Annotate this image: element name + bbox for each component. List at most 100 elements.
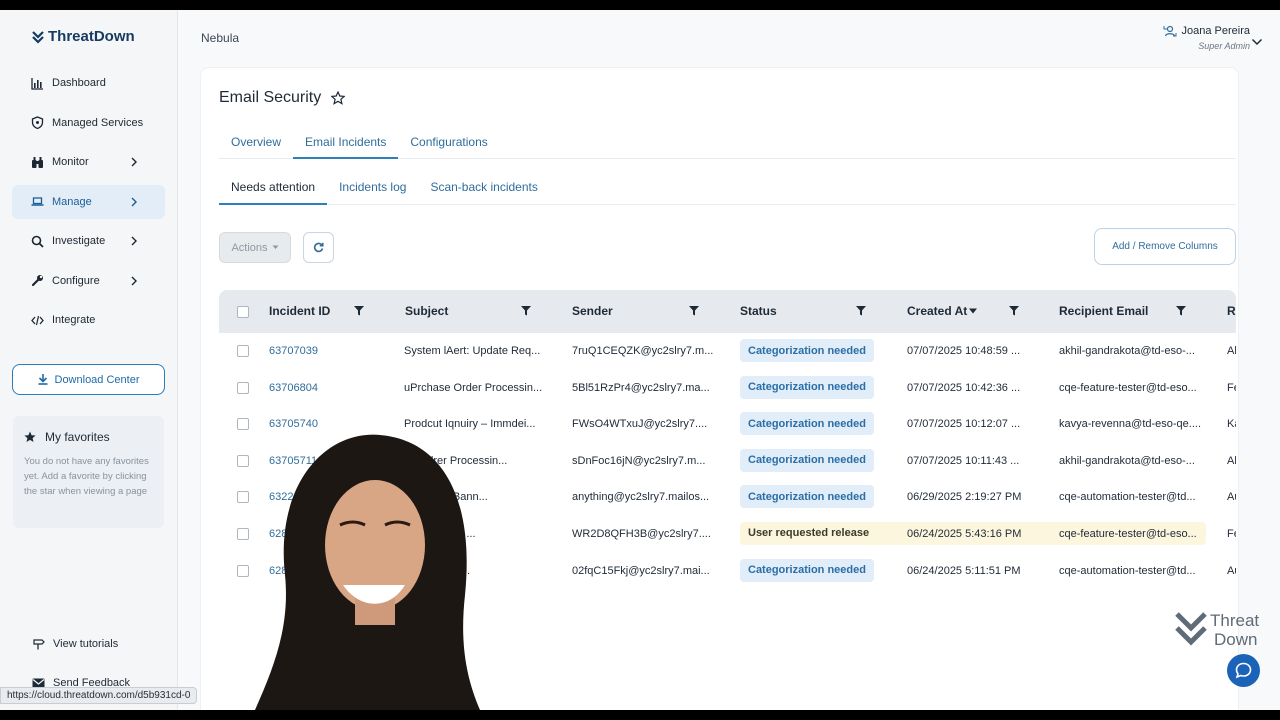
filter-icon[interactable] — [856, 306, 866, 316]
table-header: Incident ID Subject Sender Status Create… — [219, 290, 1236, 333]
logo-text: ThreatDown — [48, 28, 135, 45]
search-icon — [31, 235, 44, 248]
row-checkbox[interactable] — [237, 345, 249, 357]
sender-cell: 02fqC15Fkj@yc2slry7.mai... — [572, 564, 710, 577]
recipient-cell: akhil-gandrakota@td-eso-... — [1059, 345, 1195, 357]
select-all-checkbox[interactable] — [237, 306, 249, 318]
chevron-down-icon[interactable] — [1251, 38, 1263, 46]
sidebar-item-label: Investigate — [52, 235, 106, 247]
status-badge: Categorization needed — [740, 448, 874, 472]
favorites-title: My favorites — [45, 430, 110, 444]
table-row[interactable]: 63706804 uPrchase Order Processin... 5Bl… — [219, 370, 1236, 407]
view-tutorials-label: View tutorials — [53, 637, 119, 650]
threatdown-watermark-icon: Threat Down — [1175, 611, 1259, 649]
recipient-cell: cqe-automation-tester@td... — [1059, 564, 1196, 577]
threatdown-logo-icon — [32, 30, 44, 44]
col-recipient-name[interactable]: R — [1227, 304, 1236, 318]
favorites-empty-text: You do not have any favorites yet. Add a… — [24, 456, 149, 497]
filter-icon[interactable] — [1009, 306, 1019, 316]
main-tabs: Overview Email Incidents Configurations — [219, 128, 1236, 159]
org-title: Nebula — [201, 31, 240, 45]
created-cell: 07/07/2025 10:42:36 ... — [907, 381, 1021, 394]
sidebar: ThreatDown Dashboard Managed Services Mo… — [0, 10, 178, 710]
binoculars-icon — [32, 156, 43, 168]
status-badge: Categorization needed — [740, 375, 874, 399]
browser-status-url: https://cloud.threatdown.com/d5b931cd-0 — [0, 687, 198, 704]
sidebar-item-investigate[interactable]: Investigate — [12, 224, 165, 258]
filter-icon[interactable] — [689, 306, 699, 316]
chat-button[interactable] — [1227, 654, 1260, 687]
sidebar-item-managed-services[interactable]: Managed Services — [12, 106, 165, 140]
app-window: ThreatDown Dashboard Managed Services Mo… — [0, 10, 1280, 710]
col-subject[interactable]: Subject — [405, 304, 448, 318]
download-center-button[interactable]: Download Center — [12, 364, 165, 395]
incident-id-link[interactable]: 63706804 — [269, 382, 318, 394]
sidebar-item-integrate[interactable]: Integrate — [12, 303, 165, 337]
download-center-label: Download Center — [54, 373, 140, 386]
recipient-cell: cqe-automation-tester@td... — [1059, 491, 1196, 504]
col-recipient-email[interactable]: Recipient Email — [1059, 304, 1148, 318]
row-checkbox[interactable] — [237, 381, 249, 394]
sidebar-item-label: Manage — [52, 195, 92, 208]
status-badge: Categorization needed — [740, 558, 874, 582]
logo[interactable]: ThreatDown — [32, 28, 135, 45]
created-cell: 07/07/2025 10:11:43 ... — [907, 454, 1020, 467]
sidebar-nav: Dashboard Managed Services Monitor Manag… — [12, 66, 165, 343]
sidebar-item-configure[interactable]: Configure — [12, 264, 165, 298]
filter-icon[interactable] — [354, 306, 364, 316]
refresh-icon — [313, 242, 324, 253]
user-role: Super Admin — [1198, 41, 1250, 51]
recipient-name-cell: Ak — [1227, 345, 1236, 357]
recipient-cell: kavya-revenna@td-eso-qe.... — [1059, 418, 1202, 431]
view-tutorials-link[interactable]: View tutorials — [32, 637, 118, 650]
chevron-right-icon — [131, 276, 137, 285]
add-remove-columns-button[interactable]: Add / Remove Columns — [1094, 228, 1236, 265]
sender-cell: WR2D8QFH3B@yc2slry7.... — [572, 527, 711, 540]
sidebar-item-label: Dashboard — [52, 77, 106, 89]
status-badge: Categorization needed — [740, 485, 874, 509]
signpost-icon — [33, 639, 45, 650]
watermark-text-1: Threat — [1210, 611, 1259, 630]
status-badge: Categorization needed — [740, 339, 874, 362]
subtab-scan-back-incidents[interactable]: Scan-back incidents — [418, 174, 549, 205]
user-name: Joana Pereira — [1181, 25, 1251, 37]
filter-icon[interactable] — [1176, 306, 1186, 316]
created-cell: 07/07/2025 10:48:59 ... — [907, 345, 1021, 357]
actions-dropdown[interactable]: Actions — [219, 232, 291, 263]
tab-email-incidents[interactable]: Email Incidents — [293, 128, 399, 159]
col-incident-id[interactable]: Incident ID — [269, 304, 330, 318]
recipient-name-cell: Fe — [1227, 527, 1236, 540]
chevron-right-icon — [131, 197, 137, 206]
recipient-cell: cqe-feature-tester@td-eso... — [1059, 527, 1197, 540]
sidebar-item-label: Monitor — [52, 156, 89, 168]
tab-configurations[interactable]: Configurations — [398, 128, 499, 159]
created-cell: 06/29/2025 2:19:27 PM — [907, 491, 1022, 504]
wrench-icon — [31, 275, 43, 287]
page-title-text: Email Security — [219, 89, 322, 106]
sort-desc-icon[interactable] — [969, 306, 977, 316]
recipient-name-cell: Ka — [1227, 418, 1236, 431]
user-switch-icon — [1163, 25, 1176, 37]
download-icon — [38, 374, 47, 385]
created-cell: 06/24/2025 5:43:16 PM — [907, 527, 1022, 540]
col-sender[interactable]: Sender — [572, 304, 613, 318]
subtab-incidents-log[interactable]: Incidents log — [327, 174, 418, 205]
tab-overview[interactable]: Overview — [219, 128, 293, 159]
user-menu[interactable]: Joana Pereira Super Admin — [1163, 24, 1251, 51]
chat-bubble-icon — [1235, 662, 1252, 679]
subtab-needs-attention[interactable]: Needs attention — [219, 174, 328, 205]
sidebar-item-manage[interactable]: Manage — [12, 184, 165, 219]
filter-icon[interactable] — [521, 306, 531, 316]
page-title: Email Security — [219, 89, 346, 107]
recipient-name-cell: Ak — [1227, 454, 1236, 467]
table-row[interactable]: 63707039 System lAert: Update Req... 7ru… — [219, 333, 1236, 370]
code-icon — [31, 315, 44, 325]
col-created-at[interactable]: Created At — [907, 304, 967, 318]
sender-cell: 5Bl51RzPr4@yc2slry7.ma... — [572, 381, 710, 394]
sidebar-item-dashboard[interactable]: Dashboard — [12, 66, 165, 100]
col-status[interactable]: Status — [740, 304, 777, 318]
sidebar-item-monitor[interactable]: Monitor — [12, 145, 165, 179]
star-outline-icon[interactable] — [331, 91, 346, 105]
refresh-button[interactable] — [303, 232, 334, 263]
incident-id-link[interactable]: 63707039 — [269, 345, 318, 357]
